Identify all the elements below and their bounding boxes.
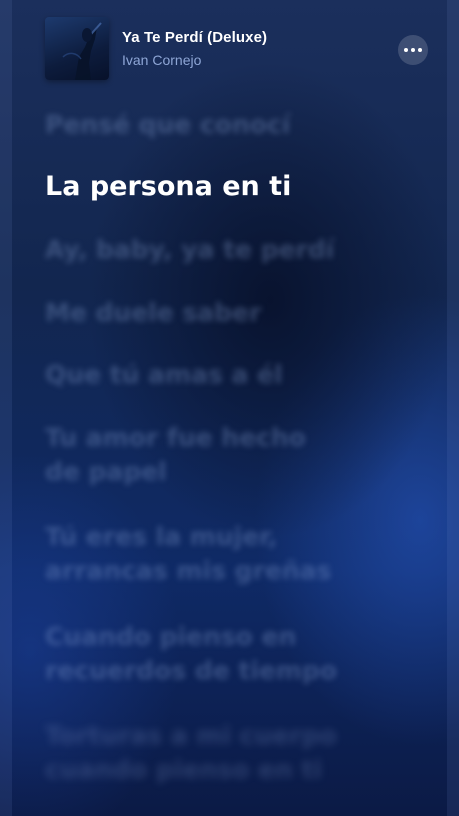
lyric-line-text: Tú eres la mujer, — [45, 522, 278, 551]
more-horizontal-icon — [418, 48, 422, 52]
lyric-line[interactable]: Me duele saber — [45, 296, 425, 330]
album-art-icon — [62, 22, 102, 80]
lyric-line[interactable]: Tú eres la mujer, arrancas mis greñas — [45, 520, 425, 588]
lyric-line[interactable]: Ay, baby, ya te perdí — [45, 233, 425, 267]
lyric-line-current[interactable]: La persona en ti — [45, 170, 425, 204]
lyric-line-text: Me duele saber — [45, 298, 262, 327]
lyric-line-text: recuerdos de tiempo — [45, 656, 337, 685]
lyric-line-text: Torturas a mi cuerpo — [45, 721, 337, 750]
lyric-line[interactable]: Cuando pienso en recuerdos de tiempo — [45, 620, 425, 688]
lyric-line-text: cuando pienso en ti — [45, 755, 323, 784]
artist-name[interactable]: Ivan Cornejo — [122, 52, 201, 68]
lyric-line-text: Ay, baby, ya te perdí — [45, 235, 335, 264]
album-art[interactable] — [45, 17, 109, 80]
now-playing-header: Ya Te Perdí (Deluxe) Ivan Cornejo — [0, 0, 459, 100]
more-options-button[interactable] — [398, 35, 428, 65]
more-horizontal-icon — [411, 48, 415, 52]
lyric-line[interactable]: Torturas a mi cuerpo cuando pienso en ti — [45, 719, 425, 787]
lyric-line-text: Tu amor fue hecho — [45, 423, 306, 452]
lyric-line-text: Cuando pienso en — [45, 622, 297, 651]
right-edge — [447, 0, 459, 816]
more-horizontal-icon — [404, 48, 408, 52]
lyric-line[interactable]: Que tú amas a él — [45, 358, 425, 392]
lyric-line[interactable]: Tu amor fue hecho de papel — [45, 421, 425, 489]
lyric-line-text: de papel — [45, 457, 167, 486]
lyric-line-text: La persona en ti — [45, 171, 292, 202]
lyric-line-text: Que tú amas a él — [45, 360, 283, 389]
track-title: Ya Te Perdí (Deluxe) — [122, 29, 268, 46]
lyric-line[interactable]: Pensé que conocí — [45, 108, 425, 142]
lyric-line-text: Pensé que conocí — [45, 110, 291, 139]
lyric-line-text: arrancas mis greñas — [45, 556, 332, 585]
left-edge — [0, 0, 12, 816]
